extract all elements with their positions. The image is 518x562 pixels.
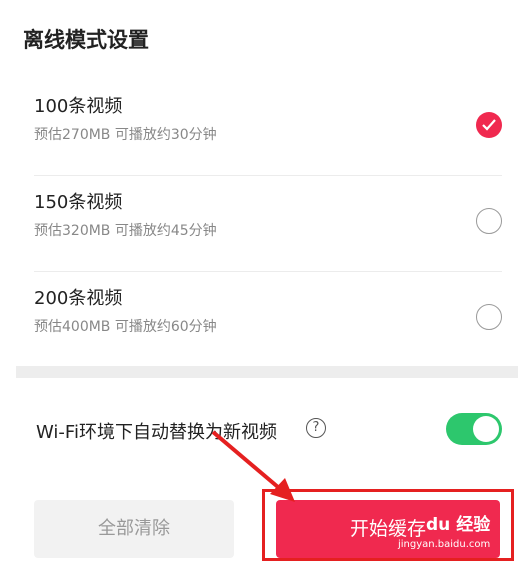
annotation-arrow-icon (211, 430, 295, 502)
watermark-url: jingyan.baidu.com (398, 539, 491, 550)
watermark: du 经验 jingyan.baidu.com (398, 508, 510, 558)
watermark-logo: du 经验 (426, 515, 491, 535)
